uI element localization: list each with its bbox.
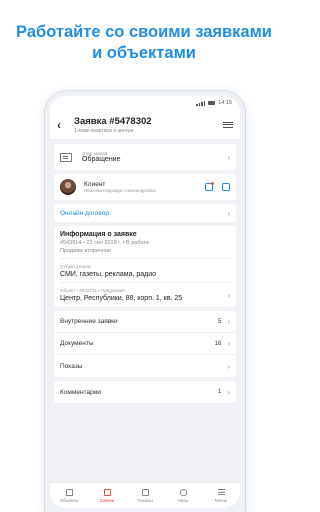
client-title: Клиент bbox=[84, 181, 106, 188]
chevron-right-icon: › bbox=[227, 152, 230, 162]
tab-label: Меню bbox=[214, 497, 228, 503]
phone-screen: 14:15 ‹ Заявка #5478302 1-комн квартира … bbox=[50, 96, 240, 508]
list-item[interactable]: Показы › bbox=[54, 355, 236, 377]
client-name: Иванова Надежда Александровна bbox=[84, 188, 156, 193]
promo-headline: Работайте со своими заявками и объектами bbox=[0, 22, 288, 64]
status-time: 14:15 bbox=[218, 100, 232, 106]
tab-objects[interactable]: Объекты bbox=[50, 483, 88, 508]
topic-icon bbox=[60, 152, 72, 162]
client-avatar bbox=[60, 179, 76, 195]
stage-value: Обращение bbox=[82, 156, 121, 163]
hamburger-menu-icon[interactable] bbox=[223, 121, 233, 128]
chevron-right-icon: › bbox=[227, 361, 230, 371]
related-list-card: Внутренние заявки 5 › Документы 16 › Пок… bbox=[54, 311, 236, 377]
object-row[interactable]: Объект • #542731 • Предлагает Центр, Рес… bbox=[54, 283, 236, 307]
app-bar: ‹ Заявка #5478302 1-комн квартира в цент… bbox=[50, 110, 240, 140]
phone-frame: 14:15 ‹ Заявка #5478302 1-комн квартира … bbox=[45, 91, 245, 512]
object-label: Объект • #542731 • Предлагает bbox=[60, 288, 126, 293]
document-icon bbox=[103, 488, 111, 496]
online-contract-link[interactable]: Онлайн договор bbox=[60, 210, 109, 217]
comments-label: Комментарии bbox=[60, 388, 101, 396]
info-type: Продажа вторичная bbox=[60, 248, 111, 254]
signal-icon bbox=[196, 100, 206, 106]
comments-row[interactable]: Комментарии 1 › bbox=[54, 381, 236, 403]
headline-line-1: Работайте со своими заявками bbox=[16, 23, 272, 41]
info-title: Информация о заявке bbox=[60, 231, 137, 238]
list-item-count: 16 bbox=[214, 340, 222, 347]
back-arrow-icon[interactable]: ‹ bbox=[57, 118, 71, 132]
battery-icon bbox=[208, 101, 216, 105]
message-icon[interactable] bbox=[205, 182, 214, 191]
chevron-right-icon: › bbox=[227, 208, 230, 218]
page-title: Заявка #5478302 bbox=[74, 115, 152, 127]
tab-label: Заявки bbox=[99, 497, 115, 503]
source-label: Откуда узнали bbox=[60, 264, 91, 269]
app-bar-titles: Заявка #5478302 1-комн квартира в центре bbox=[71, 116, 223, 134]
online-contract-card[interactable]: Онлайн договор › bbox=[54, 204, 236, 222]
comments-count: 1 bbox=[217, 389, 222, 395]
source-value: СМИ, газеты, реклама, радио bbox=[60, 271, 157, 278]
tab-requests[interactable]: Заявки bbox=[88, 483, 126, 508]
tab-chats[interactable]: Чаты bbox=[164, 483, 202, 508]
tab-showings[interactable]: Показы bbox=[126, 483, 164, 508]
chevron-right-icon: › bbox=[227, 339, 230, 348]
chat-icon bbox=[179, 488, 187, 496]
tab-label: Объекты bbox=[59, 497, 79, 503]
comments-card[interactable]: Комментарии 1 › bbox=[54, 381, 236, 403]
list-item-label: Внутренние заявки bbox=[60, 318, 118, 325]
object-value: Центр, Республики, 88, корп. 1, кв. 25 bbox=[60, 295, 183, 302]
home-icon bbox=[65, 488, 73, 496]
list-item-count: 5 bbox=[217, 318, 222, 325]
calendar-icon bbox=[141, 488, 149, 496]
client-card: Клиент Иванова Надежда Александровна bbox=[54, 174, 236, 200]
list-item-label: Показы bbox=[60, 362, 83, 370]
phone-icon[interactable] bbox=[222, 183, 230, 191]
tab-label: Показы bbox=[137, 497, 153, 503]
tab-label: Чаты bbox=[177, 497, 189, 503]
tab-menu[interactable]: Меню bbox=[202, 483, 240, 508]
request-info-card: Информация о заявке #543914 • 22 сен 201… bbox=[54, 226, 236, 307]
chevron-right-icon: › bbox=[227, 387, 230, 397]
chevron-right-icon: › bbox=[227, 290, 230, 300]
list-item[interactable]: Документы 16 › bbox=[54, 333, 236, 355]
list-item-label: Документы bbox=[60, 340, 94, 347]
headline-line-2: и объектами bbox=[92, 44, 196, 62]
menu-icon bbox=[217, 489, 225, 496]
page-subtitle: 1-комн квартира в центре bbox=[74, 127, 134, 134]
chevron-right-icon: › bbox=[227, 317, 230, 326]
list-item[interactable]: Внутренние заявки 5 › bbox=[54, 311, 236, 333]
info-meta: #543914 • 22 сен 2019 г. • В работе bbox=[60, 240, 149, 246]
notification-dot bbox=[211, 182, 214, 185]
status-bar: 14:15 bbox=[50, 96, 240, 110]
bottom-tab-bar: Объекты Заявки Показы Чаты Меню bbox=[50, 482, 240, 508]
stage-card[interactable]: Этап заявки Обращение › bbox=[54, 144, 236, 170]
